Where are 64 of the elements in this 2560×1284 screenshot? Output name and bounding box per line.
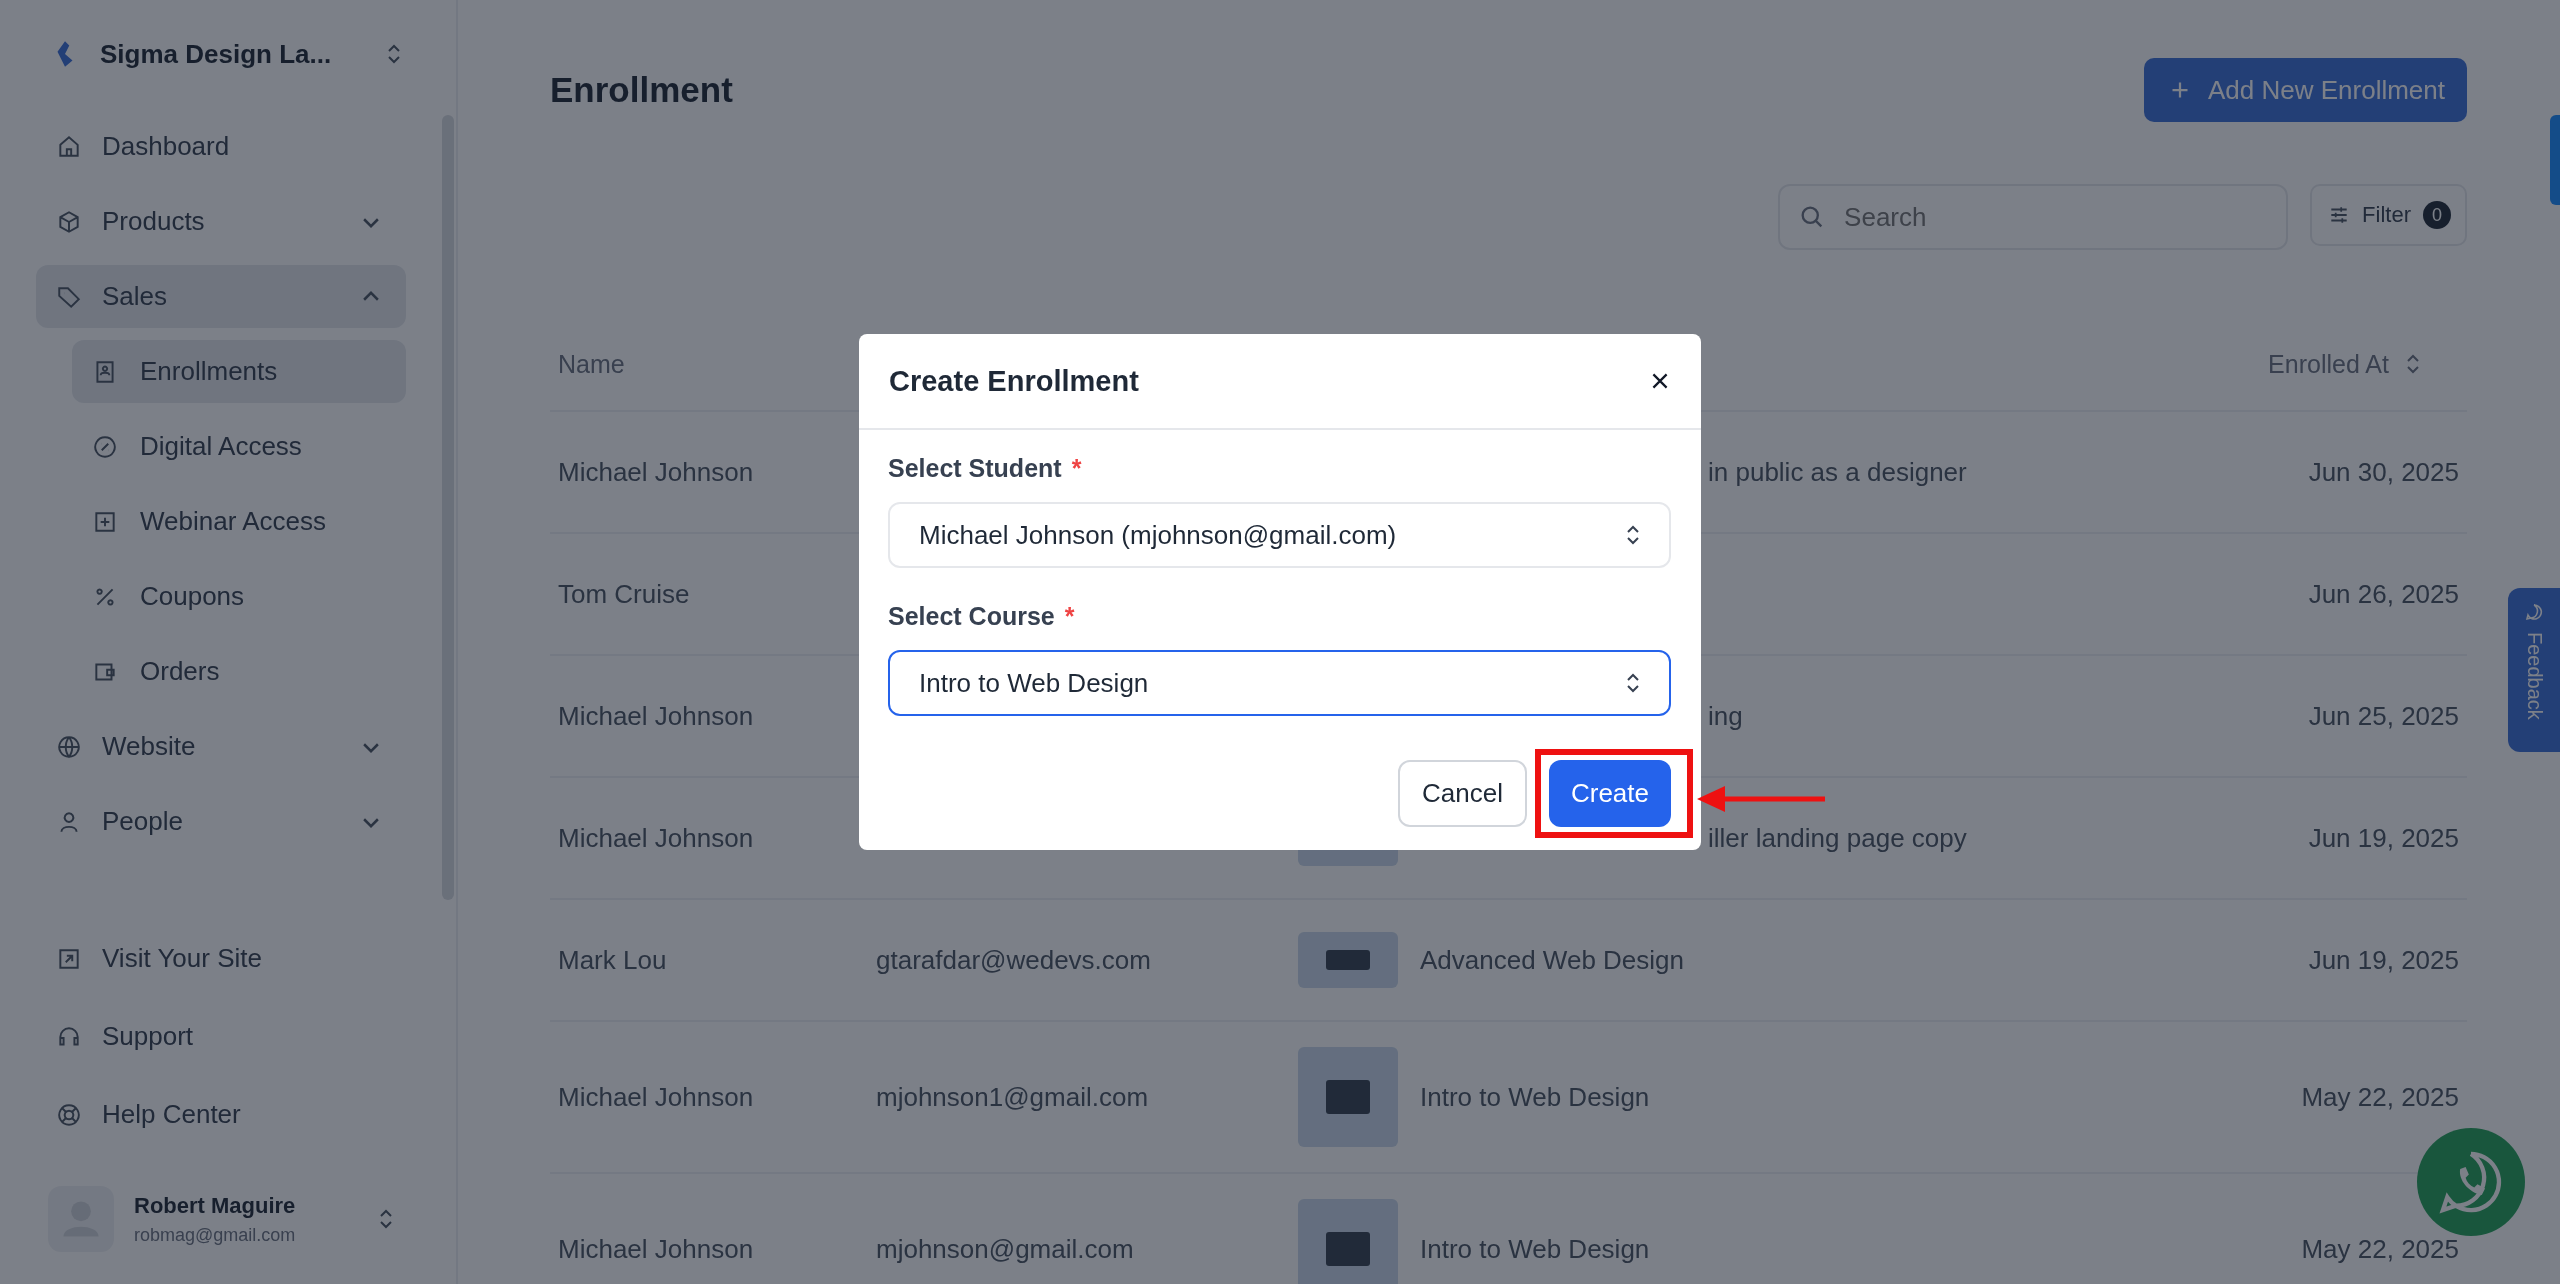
chat-phone-button[interactable] [2417, 1128, 2525, 1236]
enrolled-date: Jun 19, 2025 [2308, 944, 2459, 975]
enrolled-date: Jun 25, 2025 [2308, 700, 2459, 731]
enrolled-date: Jun 26, 2025 [2308, 578, 2459, 609]
filter-count: 0 [2423, 201, 2451, 229]
workspace-name[interactable]: Sigma Design La... [100, 38, 362, 70]
chevrons-icon [1625, 671, 1641, 695]
lifebuoy-icon [56, 1101, 82, 1128]
nav-item[interactable]: Sales [36, 265, 406, 328]
student-name: Michael Johnson [558, 1233, 754, 1264]
sidebar-link[interactable]: Visit Your Site [36, 927, 406, 990]
select-field[interactable]: Intro to Web Design [888, 650, 1671, 716]
sidebar-link[interactable]: Help Center [36, 1083, 406, 1146]
cancel-button[interactable]: Cancel [1398, 760, 1527, 827]
page-title: Enrollment [550, 70, 733, 110]
nav-subitem[interactable]: Coupons [72, 565, 406, 628]
chevrons-icon[interactable] [386, 42, 402, 66]
course-title: Intro to Web Design [1420, 1081, 1651, 1113]
enrolled-date: Jun 19, 2025 [2308, 822, 2459, 853]
column-header[interactable]: Enrolled At [2268, 349, 2389, 379]
student-email: mjohnson@gmail.com [876, 1233, 1134, 1264]
select-field[interactable]: Michael Johnson (mjohnson@gmail.com) [888, 502, 1671, 568]
student-name: Mark Lou [558, 944, 667, 975]
student-name: Michael Johnson [558, 456, 754, 487]
user-name: Robert Maguire [134, 1192, 297, 1219]
student-name: Michael Johnson [558, 700, 754, 731]
sort-icon[interactable] [2405, 352, 2421, 376]
box-icon [56, 208, 82, 235]
chevrons-icon [378, 1207, 394, 1231]
enrolled-date: Jun 30, 2025 [2308, 456, 2459, 487]
nav-subitem[interactable]: Orders [72, 640, 406, 703]
create-button[interactable]: Create [1548, 760, 1671, 827]
enrolled-date: May 22, 2025 [2301, 1081, 2459, 1112]
enrolled-date: May 22, 2025 [2301, 1233, 2459, 1264]
field-label: Select Course [888, 602, 1055, 631]
plus-icon [2170, 80, 2190, 100]
nav-subitem[interactable]: Digital Access [72, 415, 406, 478]
column-header[interactable]: Name [558, 349, 625, 378]
globe-icon [56, 733, 82, 760]
course-title: iller landing page copy [1707, 822, 1968, 854]
sidebar-link[interactable]: Support [36, 1005, 406, 1068]
course-title: Advanced Web Design [1420, 944, 1685, 976]
nav-subitem[interactable]: Webinar Access [72, 490, 406, 553]
student-email: mjohnson1@gmail.com [876, 1081, 1149, 1112]
nav-subitem[interactable]: Enrollments [72, 340, 406, 403]
required-mark: * [1064, 602, 1075, 631]
user-card[interactable]: Robert Maguire robmag@gmail.com [36, 1176, 406, 1262]
student-name: Michael Johnson [558, 822, 754, 853]
student-email: gtarafdar@wedevs.com [876, 944, 1151, 975]
dialog-title: Create Enrollment [889, 364, 1139, 398]
student-name: Tom Cruise [558, 578, 690, 609]
required-mark: * [1071, 454, 1082, 483]
student-name: Michael Johnson [558, 1081, 754, 1112]
course-title: in public as a designer [1707, 456, 1968, 488]
user-email: robmag@gmail.com [134, 1224, 297, 1246]
feedback-tab[interactable]: Feedback [2508, 588, 2560, 752]
filter-button[interactable]: Filter 0 [2310, 184, 2467, 246]
chevrons-icon [1625, 523, 1641, 547]
field-label: Select Student [888, 454, 1062, 483]
house-icon [56, 133, 82, 160]
course-title: ing [1707, 700, 1744, 732]
add-enrollment-button[interactable]: Add New Enrollment [2144, 58, 2467, 122]
course-title: Intro to Web Design [1420, 1233, 1651, 1265]
search-field[interactable]: Search [1778, 184, 2289, 250]
